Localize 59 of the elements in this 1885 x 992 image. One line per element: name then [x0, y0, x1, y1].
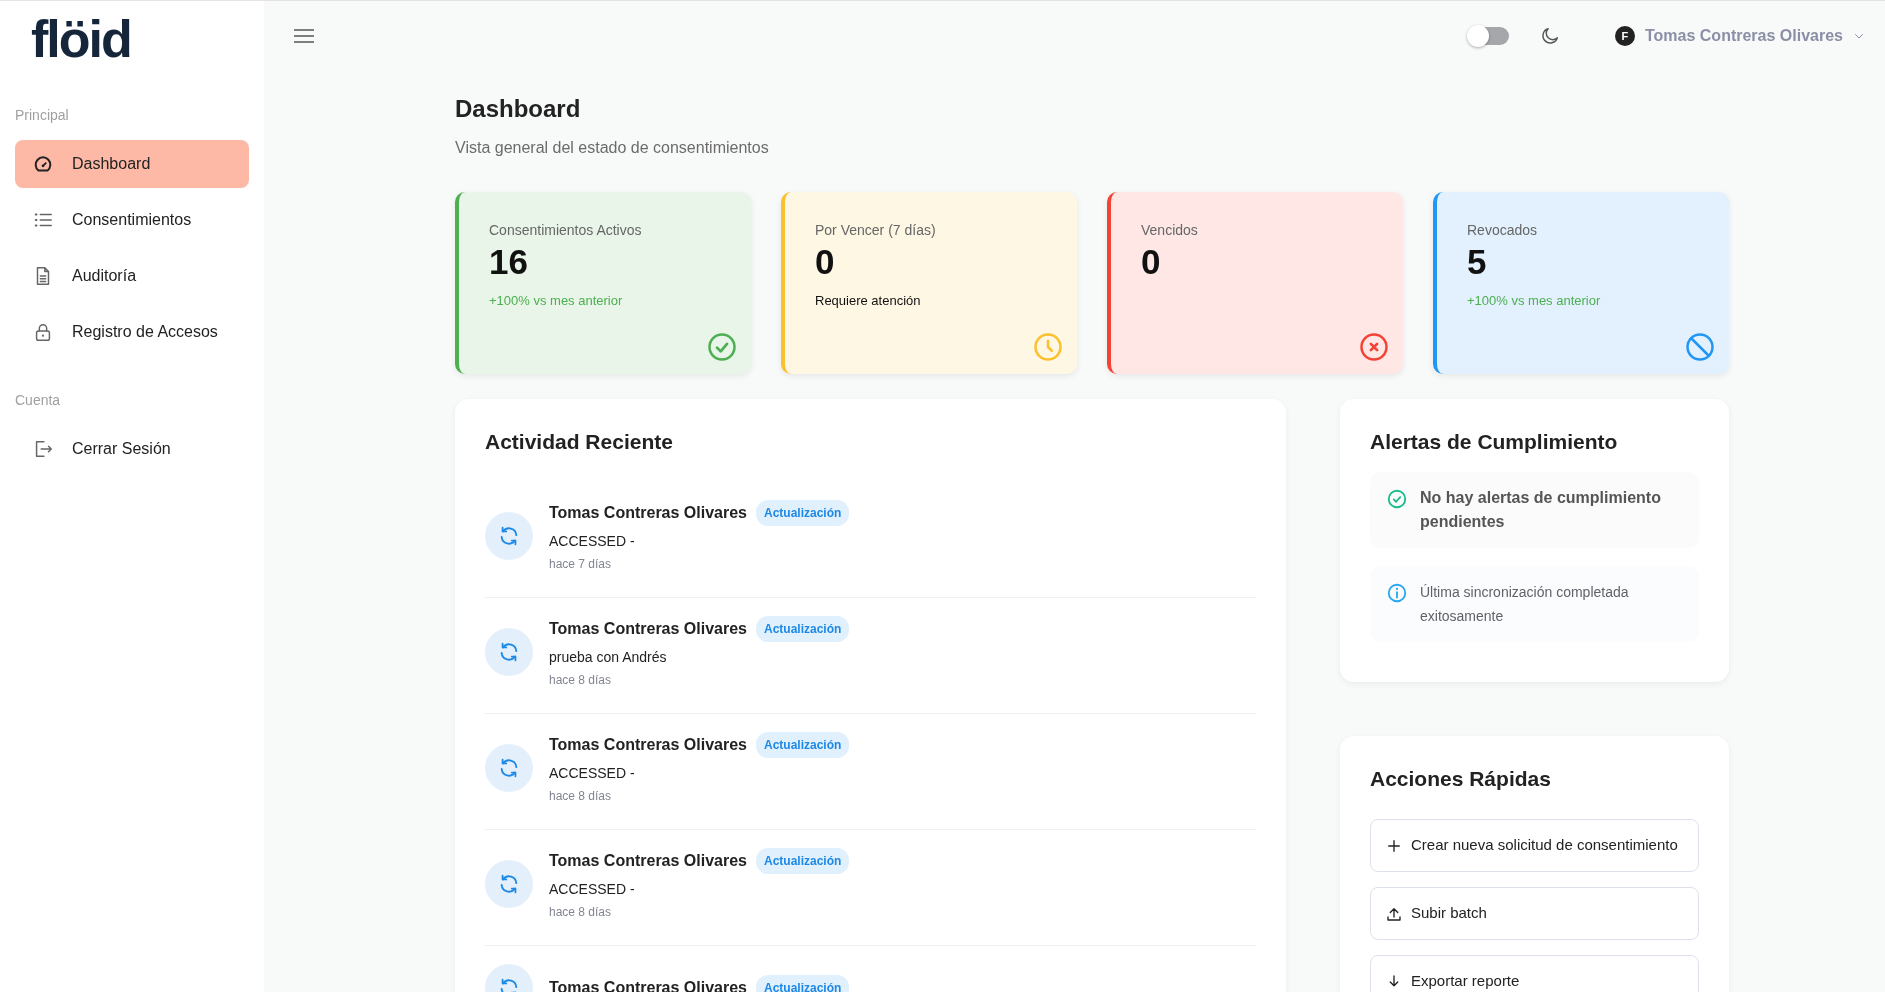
sidebar-item[interactable]: Auditoría — [15, 252, 249, 300]
sidebar-item[interactable]: Registro de Accesos — [15, 308, 249, 356]
info-icon — [1386, 582, 1408, 604]
check-circle-icon — [1386, 488, 1408, 510]
logo: flöid — [31, 13, 131, 65]
section-label: Cuenta — [15, 391, 62, 410]
sidebar-item[interactable]: Consentimientos — [15, 196, 249, 244]
refresh-icon — [498, 873, 520, 896]
avatar: F — [1615, 26, 1635, 46]
activity-description: ACCESSED - — [549, 764, 636, 783]
refresh-icon — [498, 757, 520, 780]
trend-text: +100% vs mes anterior — [1467, 291, 1602, 310]
activity-tag: Actualización — [756, 500, 850, 526]
stat-label: Consentimientos Activos — [489, 220, 643, 240]
activity-tag: Actualización — [756, 848, 850, 874]
action-button[interactable]: Exportar reporte — [1370, 955, 1699, 992]
ban-icon — [1685, 331, 1715, 362]
section-label: Principal — [15, 106, 70, 125]
action-button[interactable]: Crear nueva solicitud de consentimiento — [1370, 819, 1699, 873]
stat-label: Revocados — [1467, 220, 1539, 240]
sidebar-item[interactable]: Dashboard — [15, 140, 249, 188]
check-circle-icon — [707, 331, 737, 362]
stat-note: Requiere atención — [815, 291, 922, 310]
stat-label: Vencidos — [1141, 220, 1199, 240]
sidebar-item[interactable]: Cerrar Sesión — [15, 425, 249, 473]
cross-circle-icon — [1359, 331, 1389, 362]
activity-time: hace 8 días — [549, 788, 613, 805]
activity-user: Tomas Contreras Olivares — [549, 735, 747, 755]
refresh-icon — [498, 641, 520, 664]
stat-value: 5 — [1467, 240, 1488, 283]
activity-description: ACCESSED - — [549, 880, 636, 899]
activity-description: prueba con Andrés — [549, 648, 668, 667]
alert-text: Última sincronización completada exitosamente — [1420, 584, 1629, 624]
activity-time: hace 7 días — [549, 556, 613, 573]
stat-label: Por Vencer (7 días) — [815, 220, 937, 240]
stat-value: 0 — [815, 240, 836, 283]
menu-icon[interactable] — [294, 28, 314, 44]
stat-value: 16 — [489, 240, 529, 283]
refresh-icon — [498, 525, 520, 548]
activity-time: hace 8 días — [549, 904, 613, 921]
alert-text: No hay alertas de cumplimiento pendientes — [1420, 489, 1661, 530]
action-button[interactable]: Subir batch — [1370, 887, 1699, 941]
activity-tag: Actualización — [756, 975, 850, 992]
activity-user: Tomas Contreras Olivares — [549, 619, 747, 639]
activity-tag: Actualización — [756, 732, 850, 758]
activity-tag: Actualización — [756, 616, 850, 642]
trend-text: +100% vs mes anterior — [489, 291, 624, 310]
stat-value: 0 — [1141, 240, 1162, 283]
section-title: Acciones Rápidas — [1370, 766, 1552, 792]
activity-user: Tomas Contreras Olivares — [549, 851, 747, 871]
moon-icon[interactable] — [1539, 25, 1561, 47]
clock-icon — [1033, 331, 1063, 362]
page-title: Dashboard — [455, 95, 582, 124]
section-title: Actividad Reciente — [485, 428, 674, 454]
activity-time: hace 8 días — [549, 672, 613, 689]
section-title: Alertas de Cumplimiento — [1370, 428, 1619, 454]
activity-description: ACCESSED - — [549, 532, 636, 551]
activity-user: Tomas Contreras Olivares — [549, 503, 747, 523]
page-subtitle: Vista general del estado de consentimientos — [455, 137, 770, 158]
